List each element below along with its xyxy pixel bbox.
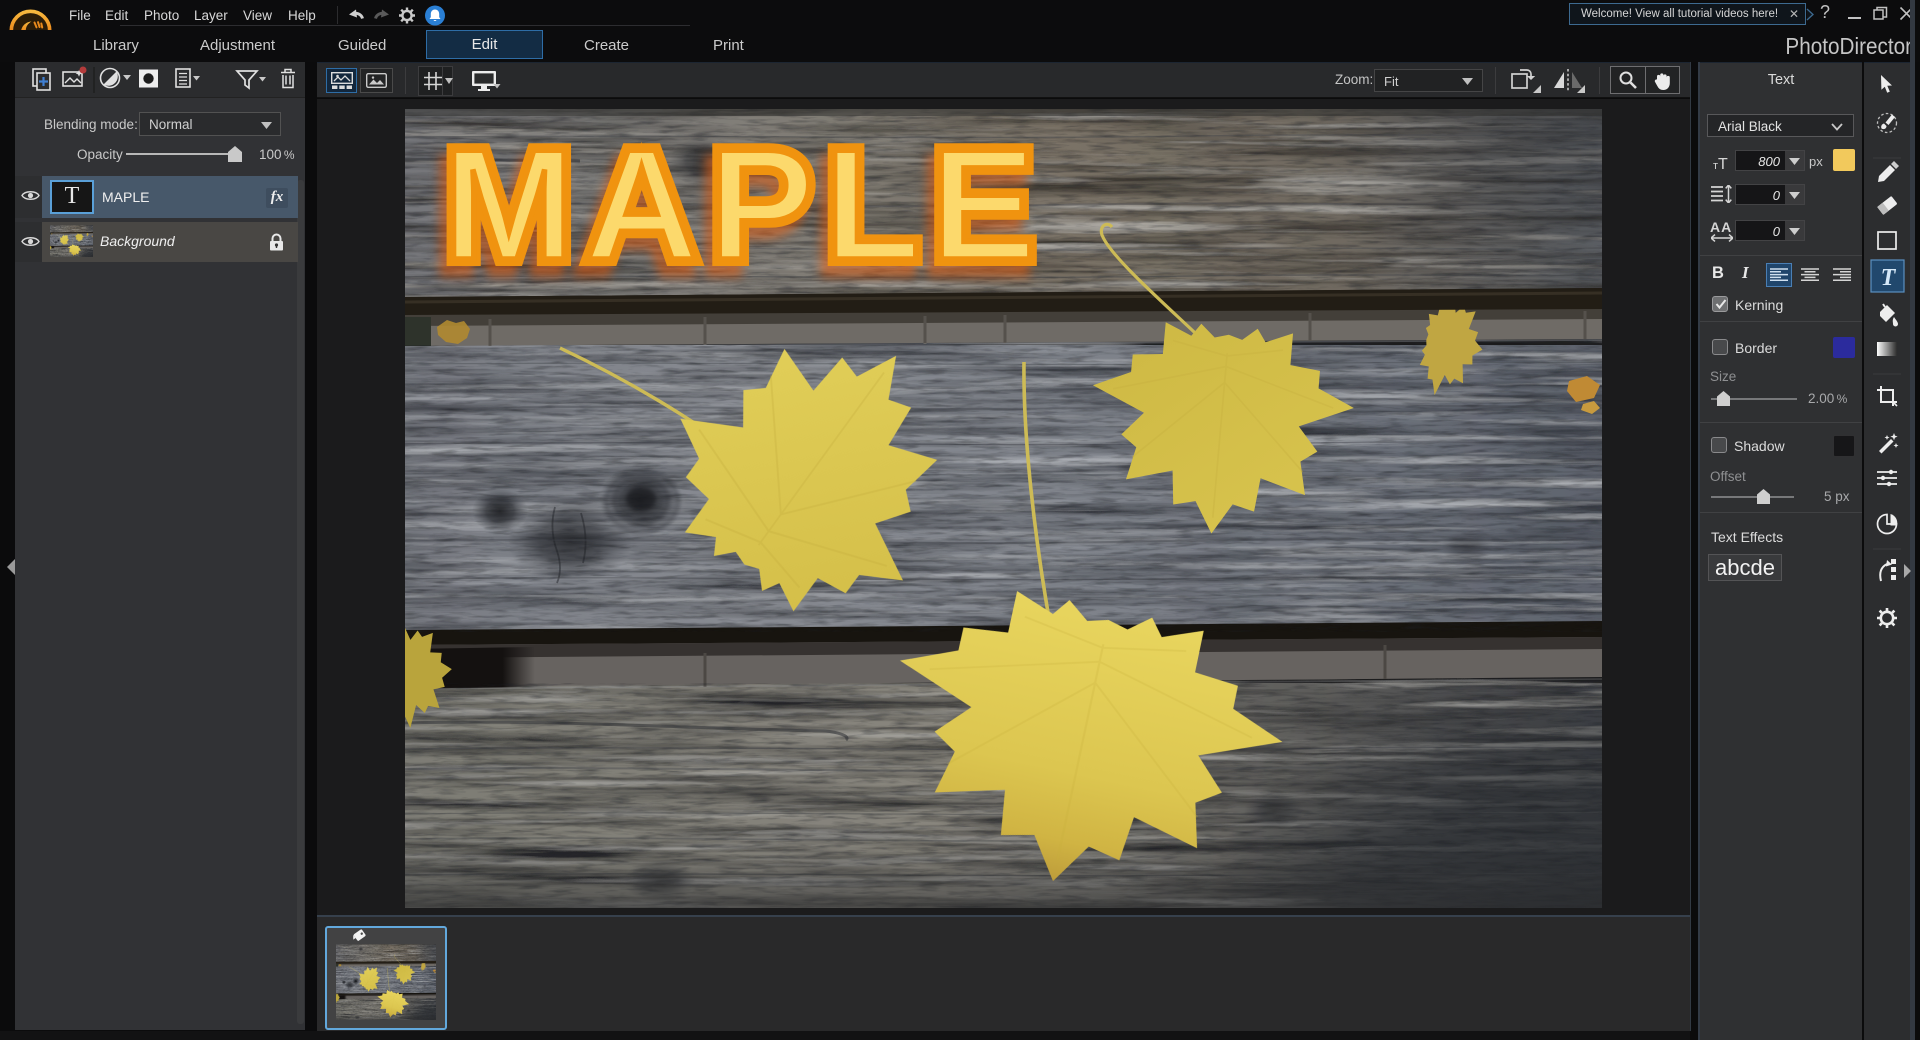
svg-text:MAPLE: MAPLE [443,117,1046,293]
svg-text:T: T [1881,265,1897,291]
